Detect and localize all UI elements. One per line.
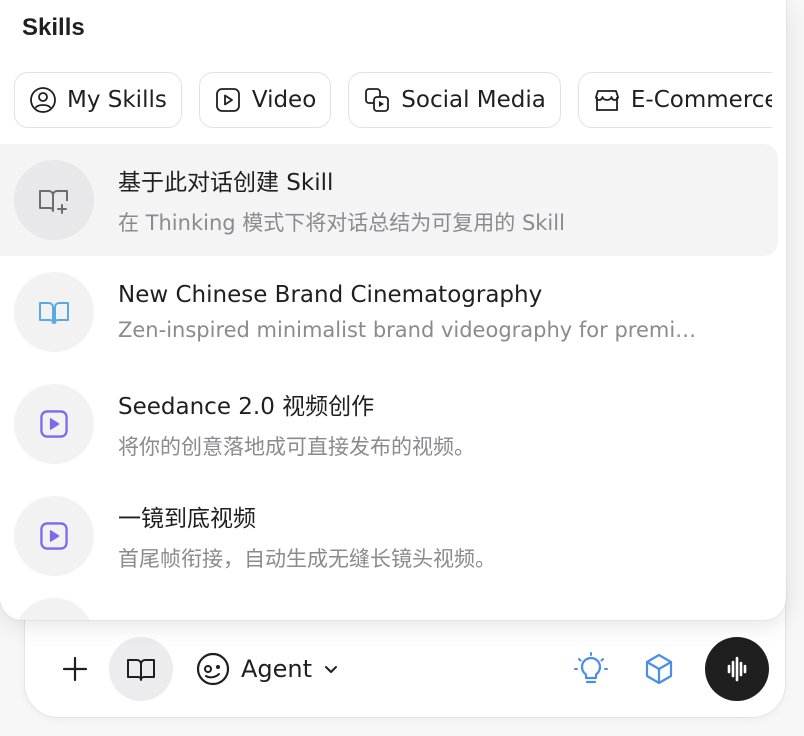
lightbulb-icon [574, 652, 608, 684]
agent-face-icon [196, 652, 230, 686]
play-square-icon [40, 410, 68, 438]
app-stage: Agent Skills My Skills Video Social Medi… [0, 0, 804, 736]
item-description: Zen-inspired minimalist brand videograph… [118, 318, 697, 342]
chip-video[interactable]: Video [198, 72, 332, 128]
item-icon-wrap [14, 598, 94, 620]
list-item-brand-cinematography[interactable]: New Chinese Brand Cinematography Zen-ins… [0, 256, 778, 368]
user-circle-icon [30, 87, 56, 113]
open-book-icon [39, 302, 69, 324]
book-plus-icon [39, 190, 68, 214]
chip-e-commerce[interactable]: E-Commerce [577, 72, 772, 128]
list-item-partial[interactable] [0, 592, 778, 620]
composer-toolbar: Agent [25, 637, 785, 701]
item-description: 首尾帧衔接，自动生成无缝长镜头视频。 [118, 547, 496, 571]
chip-label: Social Media [401, 87, 546, 113]
item-title: New Chinese Brand Cinematography [118, 282, 543, 308]
skills-button[interactable] [109, 637, 173, 701]
list-item-create-skill[interactable]: 基于此对话创建 Skill 在 Thinking 模式下将对话总结为可复用的 S… [0, 144, 778, 256]
skills-popover: Skills My Skills Video Social Media E-Co… [0, 0, 786, 620]
chevron-down-icon [325, 666, 338, 673]
skill-category-chips: My Skills Video Social Media E-Commerce [14, 72, 772, 128]
item-icon-wrap [14, 160, 94, 240]
list-item-seedance[interactable]: Seedance 2.0 视频创作 将你的创意落地成可直接发布的视频。 [0, 368, 778, 480]
list-item-one-take-video[interactable]: 一镜到底视频 首尾帧衔接，自动生成无缝长镜头视频。 [0, 480, 778, 592]
item-icon-wrap [14, 272, 94, 352]
panel-title: Skills [22, 14, 85, 41]
voice-button[interactable] [705, 637, 769, 701]
agent-selector[interactable]: Agent [195, 645, 340, 693]
plus-icon [62, 656, 88, 682]
item-title: 一镜到底视频 [118, 506, 256, 532]
item-description: 将你的创意落地成可直接发布的视频。 [118, 435, 475, 459]
item-icon-wrap [14, 496, 94, 576]
voice-wave-icon [727, 656, 747, 682]
model-button[interactable] [635, 645, 683, 693]
open-book-icon [127, 659, 155, 681]
chip-my-skills[interactable]: My Skills [14, 72, 182, 128]
skills-list: 基于此对话创建 Skill 在 Thinking 模式下将对话总结为可复用的 S… [0, 144, 778, 620]
ideas-button[interactable] [567, 645, 615, 693]
chip-label: E-Commerce [630, 87, 772, 113]
add-button[interactable] [51, 645, 99, 693]
social-media-icon [365, 88, 390, 112]
chip-social-media[interactable]: Social Media [348, 72, 561, 128]
chip-label: Video [251, 87, 317, 113]
item-title: 基于此对话创建 Skill [118, 170, 334, 196]
item-icon-wrap [14, 384, 94, 464]
item-title: Seedance 2.0 视频创作 [118, 394, 375, 420]
play-square-icon [40, 522, 68, 550]
chip-label: My Skills [67, 87, 167, 113]
agent-label: Agent [241, 655, 313, 683]
play-square-icon [215, 88, 240, 112]
cube-icon [645, 653, 673, 685]
item-description: 在 Thinking 模式下将对话总结为可复用的 Skill [118, 211, 565, 235]
storefront-icon [594, 90, 619, 111]
